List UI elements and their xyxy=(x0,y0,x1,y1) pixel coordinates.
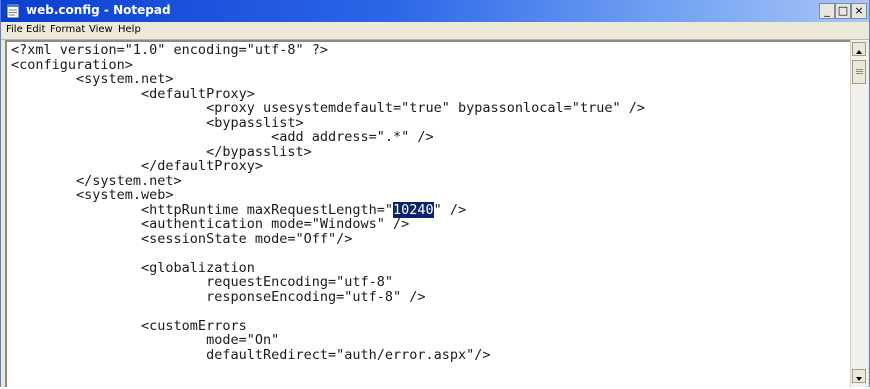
code-text: <sessionState mode="Off"/> xyxy=(11,230,353,247)
menu-view[interactable]: View xyxy=(89,24,113,35)
code-line: <defaultProxy> xyxy=(11,86,645,102)
code-line: <configuration> xyxy=(11,57,645,73)
thumb-grip-line xyxy=(856,69,863,70)
code-line: <sessionState mode="Off"/> xyxy=(11,230,645,247)
scroll-thumb[interactable] xyxy=(852,60,866,84)
notepad-icon xyxy=(6,3,20,19)
code-line: </system.net> xyxy=(11,173,645,189)
thumb-grip-line xyxy=(856,71,863,72)
menu-edit[interactable]: Edit xyxy=(26,24,45,35)
code-line: requestEncoding="utf-8" xyxy=(11,275,645,290)
close-button[interactable]: × xyxy=(851,3,867,19)
title-bar[interactable]: web.config - Notepad _ □ × xyxy=(1,0,869,22)
code-text: responseEncoding="utf-8" /> xyxy=(11,288,426,305)
window-title: web.config - Notepad xyxy=(26,3,171,17)
maximize-button[interactable]: □ xyxy=(835,3,851,19)
arrow-up-icon xyxy=(856,50,862,54)
code-line: <proxy usesystemdefault="true" bypassonl… xyxy=(11,101,645,116)
code-text: defaultRedirect="auth/error.aspx"/> xyxy=(11,346,491,363)
code-line: <system.net> xyxy=(11,72,645,87)
code-text: " /> xyxy=(433,201,467,218)
code-line: <customErrors xyxy=(11,318,645,334)
menu-file[interactable]: File xyxy=(6,24,23,35)
code-line: defaultRedirect="auth/error.aspx"/> xyxy=(11,346,645,363)
code-line: <?xml version="1.0" encoding="utf-8" ?> xyxy=(11,43,645,58)
menu-bar: File Edit Format View Help xyxy=(1,22,869,40)
code-line: <system.web> xyxy=(11,188,645,203)
code-line: <globalization xyxy=(11,260,645,276)
code-line: <add address=".*" /> xyxy=(11,130,645,145)
menu-help[interactable]: Help xyxy=(118,24,141,35)
menu-format[interactable]: Format xyxy=(50,24,85,35)
code-line: </bypasslist> xyxy=(11,144,645,160)
vertical-scrollbar[interactable] xyxy=(850,40,868,387)
thumb-grip-line xyxy=(856,73,863,74)
code-line: mode="On" xyxy=(11,333,645,348)
scroll-down-button[interactable] xyxy=(852,369,866,383)
code-line: <bypasslist> xyxy=(11,115,645,131)
text-editor[interactable]: <?xml version="1.0" encoding="utf-8" ?> <… xyxy=(5,40,850,387)
code-line: <authentication mode="Windows" /> xyxy=(11,217,645,232)
minimize-button[interactable]: _ xyxy=(819,3,835,19)
arrow-down-icon xyxy=(856,377,862,381)
editor-content[interactable]: <?xml version="1.0" encoding="utf-8" ?> <… xyxy=(11,43,645,362)
scroll-up-button[interactable] xyxy=(852,42,866,56)
code-line: </defaultProxy> xyxy=(11,159,645,174)
code-line: responseEncoding="utf-8" /> xyxy=(11,288,645,305)
code-line: <httpRuntime maxRequestLength="10240" /> xyxy=(11,201,645,218)
notepad-window: web.config - Notepad _ □ × File Edit For… xyxy=(0,0,870,387)
